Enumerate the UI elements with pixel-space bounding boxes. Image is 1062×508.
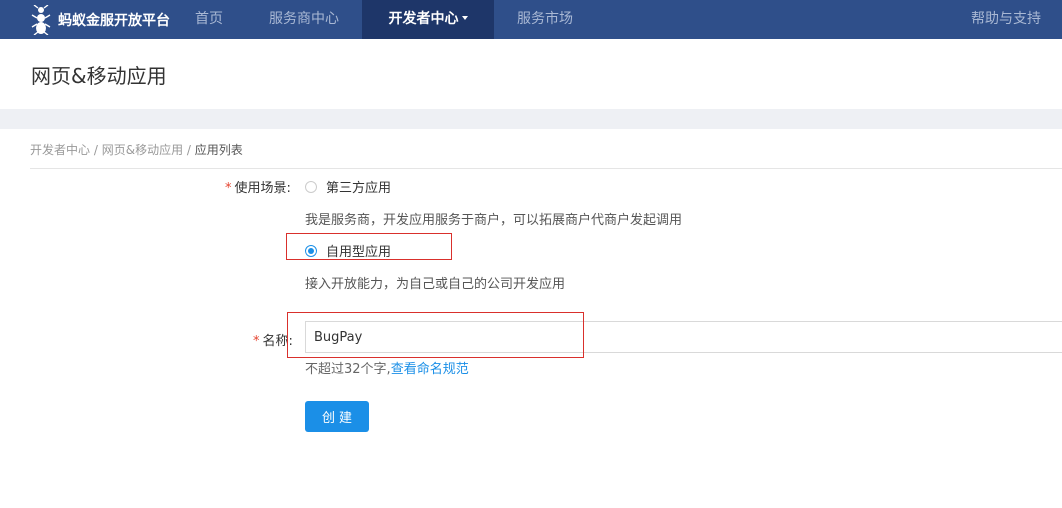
required-mark: * — [253, 334, 260, 349]
radio-self-use-circle[interactable] — [305, 244, 317, 257]
scene-label-colon: : — [286, 181, 291, 196]
nav-home[interactable]: 首页 — [195, 0, 223, 39]
name-hint-text: 不超过32个字, — [305, 362, 391, 377]
page-title: 网页&移动应用 — [31, 64, 167, 88]
required-mark: * — [225, 181, 232, 196]
top-navbar: 蚂蚁金服开放平台 首页 服务商中心 开发者中心 服务市场 帮助与支持 — [0, 0, 1062, 39]
logo-text: 蚂蚁金服开放平台 — [58, 12, 170, 29]
scene-label-text: 使用场景 — [234, 181, 287, 196]
name-label-colon: : — [288, 334, 293, 349]
third-party-description: 我是服务商，开发应用服务于商户，可以拓展商户代商户发起调用 — [305, 213, 683, 228]
breadcrumb: 开发者中心 / 网页&移动应用 / 应用列表 — [30, 141, 243, 158]
nav-developer-center[interactable]: 开发者中心 — [362, 0, 494, 39]
breadcrumb-web-mobile-apps[interactable]: 网页&移动应用 — [102, 143, 183, 157]
name-label-text: 名称 — [262, 334, 289, 349]
logo[interactable]: 蚂蚁金服开放平台 — [30, 3, 170, 36]
radio-third-party-circle[interactable] — [305, 180, 317, 193]
radio-self-use-label: 自用型应用 — [326, 245, 392, 260]
breadcrumb-app-list: 应用列表 — [194, 143, 243, 157]
scene-label: * 使用场景: — [225, 177, 291, 196]
radio-third-party-app[interactable]: 第三方应用 — [305, 177, 391, 196]
nav-help-support[interactable]: 帮助与支持 — [971, 0, 1041, 39]
breadcrumb-separator: / — [186, 143, 191, 157]
nav-developer-center-label: 开发者中心 — [388, 11, 459, 27]
create-button[interactable]: 创建 — [305, 401, 369, 432]
nav-service-market[interactable]: 服务市场 — [517, 0, 573, 39]
caret-down-icon — [461, 16, 468, 20]
name-hint: 不超过32个字,查看命名规范 — [305, 358, 469, 377]
radio-self-use-app[interactable]: 自用型应用 — [305, 241, 391, 260]
divider — [30, 168, 1062, 169]
nav-partner-center[interactable]: 服务商中心 — [269, 0, 339, 39]
ant-logo-icon — [31, 4, 51, 35]
header-separator-band — [0, 109, 1062, 129]
app-name-input[interactable] — [305, 321, 1062, 353]
radio-third-party-label: 第三方应用 — [326, 181, 392, 196]
naming-rules-link[interactable]: 查看命名规范 — [391, 362, 469, 377]
self-use-description: 接入开放能力，为自己或自己的公司开发应用 — [305, 277, 566, 292]
name-label: * 名称: — [253, 330, 293, 349]
breadcrumb-developer-center[interactable]: 开发者中心 — [30, 143, 90, 157]
breadcrumb-separator: / — [93, 143, 98, 157]
